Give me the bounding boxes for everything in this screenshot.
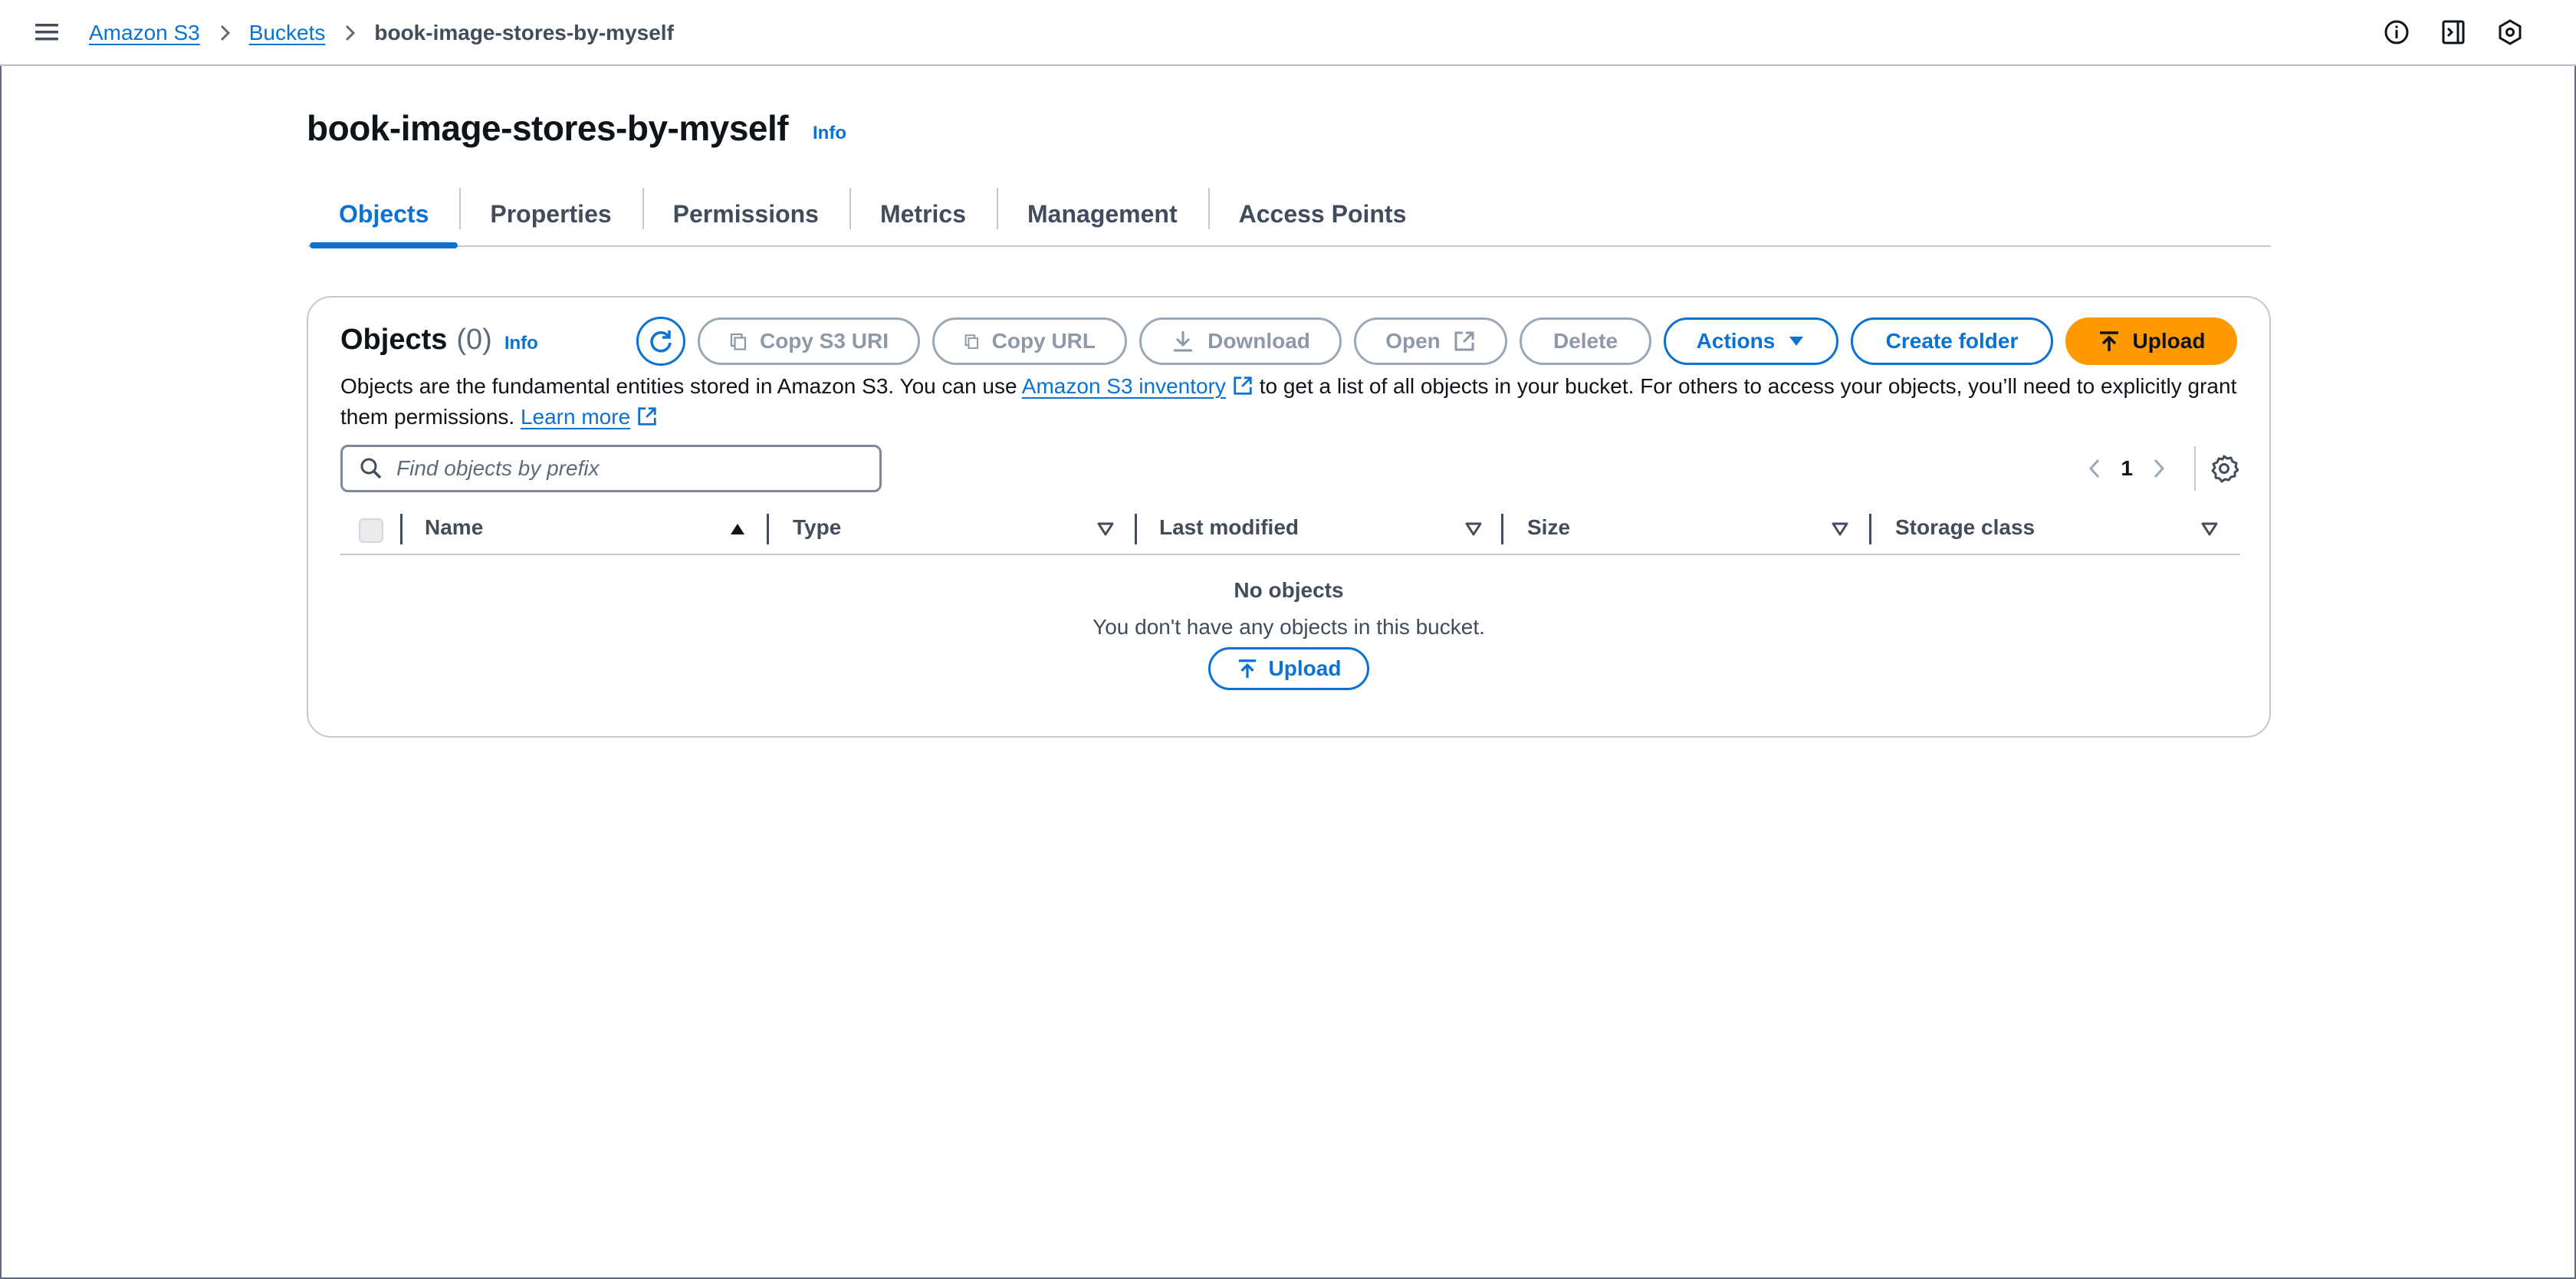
upload-icon	[1238, 659, 1256, 679]
notes-panel-icon[interactable]	[2440, 18, 2467, 46]
s3-inventory-link[interactable]: Amazon S3 inventory	[1022, 374, 1226, 398]
sort-caret-down-icon[interactable]	[1831, 520, 1849, 538]
download-label: Download	[1208, 329, 1310, 353]
previous-page-icon[interactable]	[2085, 456, 2104, 481]
copy-icon	[730, 333, 747, 350]
open-button[interactable]: Open	[1354, 317, 1507, 365]
chevron-right-icon	[220, 25, 230, 41]
page-info-link[interactable]: Info	[813, 123, 846, 144]
copy-s3-uri-button[interactable]: Copy S3 URI	[698, 317, 920, 365]
current-page-number[interactable]: 1	[2121, 456, 2133, 481]
column-divider[interactable]	[1501, 514, 1503, 544]
column-header-name[interactable]: Name	[425, 515, 483, 540]
next-page-icon[interactable]	[2150, 456, 2168, 481]
external-link-icon	[1234, 376, 1252, 395]
column-header-size[interactable]: Size	[1527, 515, 1570, 540]
objects-title: Objects	[340, 324, 448, 356]
column-header-last-modified[interactable]: Last modified	[1159, 515, 1299, 540]
column-header-storage-class[interactable]: Storage class	[1895, 515, 2035, 540]
objects-toolbar: Copy S3 URI Copy URL Download Open Delet…	[636, 316, 2237, 367]
info-circle-icon[interactable]	[2383, 18, 2410, 46]
column-divider[interactable]	[767, 514, 769, 544]
objects-count: (0)	[456, 324, 492, 356]
empty-state-text: You don't have any objects in this bucke…	[1092, 615, 1485, 639]
pagination: 1	[2068, 445, 2239, 492]
sort-caret-down-icon[interactable]	[2200, 520, 2219, 538]
tab-objects[interactable]: Objects	[308, 182, 459, 248]
column-divider[interactable]	[1869, 514, 1871, 544]
tab-permissions[interactable]: Permissions	[642, 182, 849, 246]
search-input[interactable]	[396, 456, 856, 481]
sort-caret-down-icon[interactable]	[1096, 520, 1115, 538]
gear-icon[interactable]	[2210, 454, 2239, 483]
objects-panel: Objects (0) Info Copy S3 URI Copy URL Do…	[307, 296, 2271, 738]
select-all-checkbox[interactable]	[359, 518, 383, 543]
chevron-right-icon	[346, 25, 356, 41]
create-folder-button[interactable]: Create folder	[1851, 317, 2053, 365]
caret-down-icon	[1789, 337, 1804, 346]
search-icon	[360, 458, 382, 479]
hamburger-menu-icon[interactable]	[34, 21, 60, 44]
empty-state-title: No objects	[1234, 578, 1344, 602]
breadcrumb-current-bucket: book-image-stores-by-myself	[374, 21, 674, 44]
refresh-icon	[650, 330, 672, 353]
actions-label: Actions	[1696, 329, 1776, 353]
learn-more-link[interactable]: Learn more	[521, 405, 630, 429]
tab-management[interactable]: Management	[997, 182, 1208, 246]
breadcrumb: Amazon S3 Buckets book-image-stores-by-m…	[89, 18, 674, 48]
download-icon	[1174, 331, 1193, 352]
download-button[interactable]: Download	[1139, 317, 1342, 365]
objects-table-header: Name Type Last modified Size Storage cla…	[340, 503, 2240, 555]
tab-access-points[interactable]: Access Points	[1208, 182, 1438, 246]
external-link-icon	[1454, 331, 1474, 351]
column-divider[interactable]	[1135, 514, 1137, 544]
objects-description: Objects are the fundamental entities sto…	[340, 371, 2242, 432]
tab-properties[interactable]: Properties	[459, 182, 642, 246]
sort-ascending-icon[interactable]	[728, 520, 747, 538]
breadcrumb-amazon-s3[interactable]: Amazon S3	[89, 21, 200, 45]
description-text-part1: Objects are the fundamental entities sto…	[340, 374, 1022, 398]
pagination-divider	[2194, 446, 2196, 491]
breadcrumb-buckets[interactable]: Buckets	[249, 21, 326, 45]
open-label: Open	[1385, 329, 1441, 353]
delete-label: Delete	[1552, 329, 1618, 353]
top-navigation-bar: Amazon S3 Buckets book-image-stores-by-m…	[0, 0, 2576, 66]
empty-state-upload-label: Upload	[1268, 656, 1342, 680]
actions-dropdown-button[interactable]: Actions	[1664, 317, 1838, 365]
objects-info-link[interactable]: Info	[504, 333, 538, 354]
column-header-type[interactable]: Type	[793, 515, 841, 540]
upload-label: Upload	[2132, 329, 2206, 353]
search-field[interactable]	[340, 445, 882, 492]
delete-button[interactable]: Delete	[1520, 317, 1651, 365]
copy-s3-uri-label: Copy S3 URI	[759, 329, 889, 353]
column-divider	[400, 514, 402, 544]
create-folder-label: Create folder	[1885, 329, 2019, 353]
external-link-icon	[638, 407, 656, 426]
sort-caret-down-icon[interactable]	[1464, 520, 1483, 538]
copy-icon	[964, 334, 979, 350]
empty-state-upload-button[interactable]: Upload	[1208, 647, 1369, 690]
refresh-button[interactable]	[636, 317, 685, 366]
upload-button[interactable]: Upload	[2065, 317, 2237, 365]
objects-header: Objects (0) Info	[340, 324, 538, 357]
hexagon-settings-icon[interactable]	[2496, 18, 2524, 46]
tab-metrics[interactable]: Metrics	[849, 182, 997, 246]
bucket-tabs: Objects Properties Permissions Metrics M…	[308, 182, 2271, 248]
upload-icon	[2099, 331, 2118, 351]
page-title: book-image-stores-by-myself	[307, 108, 789, 148]
copy-url-label: Copy URL	[991, 329, 1096, 353]
copy-url-button[interactable]: Copy URL	[932, 317, 1127, 365]
